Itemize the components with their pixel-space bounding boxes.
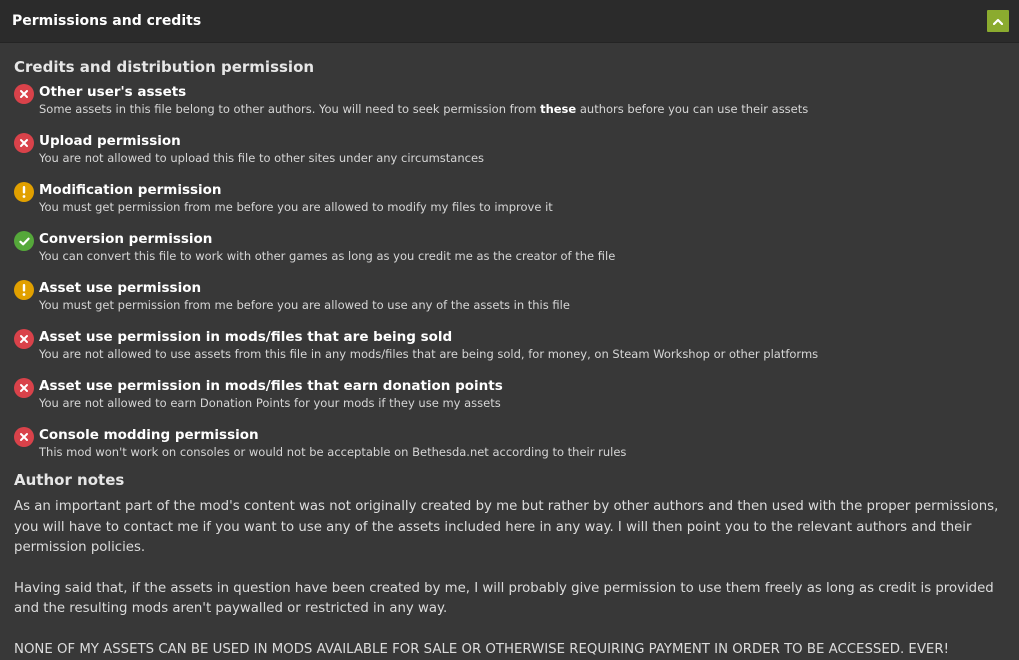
these-authors-link[interactable]: these [540,102,576,116]
permission-item-console-modding: Console modding permission This mod won'… [14,427,1005,471]
permission-title: Asset use permission in mods/files that … [39,329,818,346]
cross-circle-icon [14,133,34,153]
panel-header[interactable]: Permissions and credits [0,0,1019,43]
author-notes: As an important part of the mod's conten… [14,497,1005,660]
permissions-panel: Permissions and credits Credits and dist… [0,0,1019,648]
permission-description: You can convert this file to work with o… [39,248,615,264]
check-circle-icon [14,231,34,251]
permission-item-modification: Modification permission You must get per… [14,182,1005,231]
exclamation-circle-icon [14,182,34,202]
author-notes-paragraph: Having said that, if the assets in quest… [14,579,1005,620]
panel-title: Permissions and credits [12,13,201,29]
permission-item-upload: Upload permission You are not allowed to… [14,133,1005,182]
permission-item-other-users-assets: Other user's assets Some assets in this … [14,84,1005,133]
permission-title: Modification permission [39,182,553,199]
author-notes-paragraph: NONE OF MY ASSETS CAN BE USED IN MODS AV… [14,640,1005,660]
cross-circle-icon [14,84,34,104]
permission-description: This mod won't work on consoles or would… [39,444,626,460]
cross-circle-icon [14,329,34,349]
permission-description: You must get permission from me before y… [39,297,570,313]
permission-description: You are not allowed to earn Donation Poi… [39,395,503,411]
permission-title: Asset use permission [39,280,570,297]
chevron-up-icon [993,18,1003,25]
permission-description: You are not allowed to upload this file … [39,150,484,166]
author-notes-paragraph: As an important part of the mod's conten… [14,497,1005,559]
cross-circle-icon [14,378,34,398]
permission-item-asset-use-sold: Asset use permission in mods/files that … [14,329,1005,378]
permission-description: You are not allowed to use assets from t… [39,346,818,362]
permission-list: Other user's assets Some assets in this … [14,84,1005,471]
permission-item-conversion: Conversion permission You can convert th… [14,231,1005,280]
author-notes-heading: Author notes [14,470,1005,490]
credits-heading: Credits and distribution permission [14,57,1005,77]
permission-title: Conversion permission [39,231,615,248]
permission-item-asset-use: Asset use permission You must get permis… [14,280,1005,329]
permission-title: Console modding permission [39,427,626,444]
panel-content: Credits and distribution permission Othe… [0,43,1019,660]
exclamation-circle-icon [14,280,34,300]
permission-description: Some assets in this file belong to other… [39,101,808,117]
cross-circle-icon [14,427,34,447]
permission-item-donation-points: Asset use permission in mods/files that … [14,378,1005,427]
collapse-button[interactable] [987,10,1009,32]
permission-title: Other user's assets [39,84,808,101]
permission-title: Upload permission [39,133,484,150]
permission-description: You must get permission from me before y… [39,199,553,215]
permission-title: Asset use permission in mods/files that … [39,378,503,395]
